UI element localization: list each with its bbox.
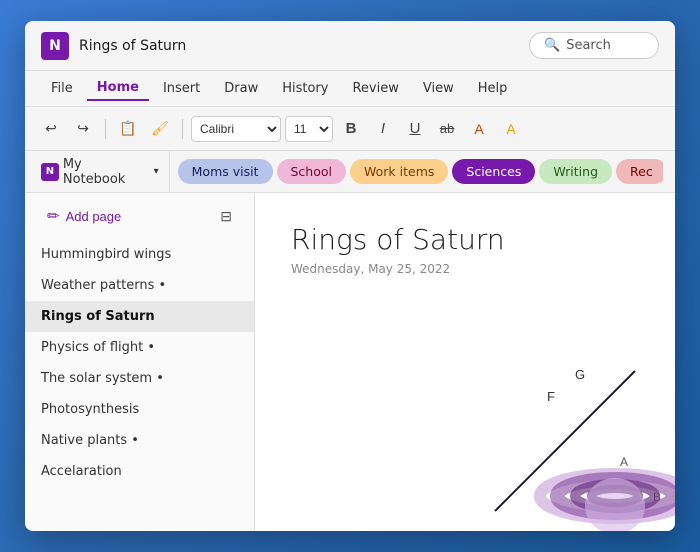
font-color-button[interactable]: A [465, 115, 493, 143]
add-page-button[interactable]: ✏ Add page [41, 203, 127, 229]
main-content: ✏ Add page ⊟ Hummingbird wings Weather p… [25, 193, 675, 531]
page-item-hummingbird[interactable]: Hummingbird wings [25, 239, 254, 270]
note-content: Rings of Saturn Wednesday, May 25, 2022 … [255, 193, 675, 531]
font-size-selector[interactable]: 11 [285, 116, 333, 142]
menu-history[interactable]: History [272, 77, 338, 100]
toolbar-separator-2 [182, 119, 183, 139]
search-label: Search [566, 38, 611, 53]
app-window: N Rings of Saturn 🔍 Search File Home Ins… [25, 21, 675, 531]
notebook-dropdown-icon[interactable]: ▾ [154, 166, 159, 177]
page-item-rings[interactable]: Rings of Saturn [25, 301, 254, 332]
menu-insert[interactable]: Insert [153, 77, 210, 100]
menu-help[interactable]: Help [468, 77, 518, 100]
tab-rec[interactable]: Rec [616, 159, 663, 184]
notebook-bar: N My Notebook ▾ Moms visit School Work i… [25, 151, 675, 193]
sort-button[interactable]: ⊟ [214, 204, 238, 229]
add-page-label: Add page [66, 209, 122, 224]
page-item-weather[interactable]: Weather patterns • [25, 270, 254, 301]
tab-school[interactable]: School [277, 159, 347, 184]
page-item-native[interactable]: Native plants • [25, 425, 254, 456]
tab-work-items[interactable]: Work items [350, 159, 448, 184]
page-item-accelaration[interactable]: Accelaration [25, 456, 254, 487]
section-tabs: Moms visit School Work items Sciences Wr… [178, 159, 663, 184]
menu-review[interactable]: Review [342, 77, 408, 100]
svg-text:A: A [620, 455, 628, 469]
highlight-button[interactable]: A [497, 115, 525, 143]
page-item-photosynthesis[interactable]: Photosynthesis [25, 394, 254, 425]
page-item-physics[interactable]: Physics of flight • [25, 332, 254, 363]
menu-home[interactable]: Home [87, 76, 149, 101]
sidebar: ✏ Add page ⊟ Hummingbird wings Weather p… [25, 193, 255, 531]
bold-button[interactable]: B [337, 115, 365, 143]
underline-button[interactable]: U [401, 115, 429, 143]
notebook-label: My Notebook [63, 157, 148, 187]
svg-text:F: F [547, 389, 555, 404]
paste-button[interactable]: 📋 [114, 115, 142, 143]
app-title: Rings of Saturn [79, 38, 186, 54]
font-selector[interactable]: Calibri [191, 116, 281, 142]
toolbar-separator-1 [105, 119, 106, 139]
ring-illustration: G F A B [435, 351, 675, 531]
undo-button[interactable]: ↩ [37, 115, 65, 143]
note-title: Rings of Saturn [291, 223, 639, 256]
notebook-name[interactable]: N My Notebook ▾ [37, 151, 170, 192]
menu-bar: File Home Insert Draw History Review Vie… [25, 71, 675, 107]
tab-moms-visit[interactable]: Moms visit [178, 159, 273, 184]
search-icon: 🔍 [544, 38, 560, 53]
redo-button[interactable]: ↪ [69, 115, 97, 143]
toolbar: ↩ ↪ 📋 🖌 Calibri 11 B I U ab A A [25, 107, 675, 151]
title-left: N Rings of Saturn [41, 32, 186, 60]
tab-writing[interactable]: Writing [539, 159, 612, 184]
search-box[interactable]: 🔍 Search [529, 32, 659, 59]
menu-draw[interactable]: Draw [214, 77, 268, 100]
note-date: Wednesday, May 25, 2022 [291, 262, 639, 276]
page-list: Hummingbird wings Weather patterns • Rin… [25, 239, 254, 531]
notebook-icon: N [41, 163, 59, 181]
svg-text:G: G [575, 367, 585, 382]
format-painter-button[interactable]: 🖌 [146, 115, 174, 143]
add-page-icon: ✏ [47, 207, 60, 225]
app-logo: N [41, 32, 69, 60]
sidebar-header: ✏ Add page ⊟ [25, 193, 254, 239]
menu-view[interactable]: View [413, 77, 464, 100]
menu-file[interactable]: File [41, 77, 83, 100]
strikethrough-button[interactable]: ab [433, 115, 461, 143]
page-item-solar[interactable]: The solar system • [25, 363, 254, 394]
tab-sciences[interactable]: Sciences [452, 159, 535, 184]
italic-button[interactable]: I [369, 115, 397, 143]
title-bar: N Rings of Saturn 🔍 Search [25, 21, 675, 71]
